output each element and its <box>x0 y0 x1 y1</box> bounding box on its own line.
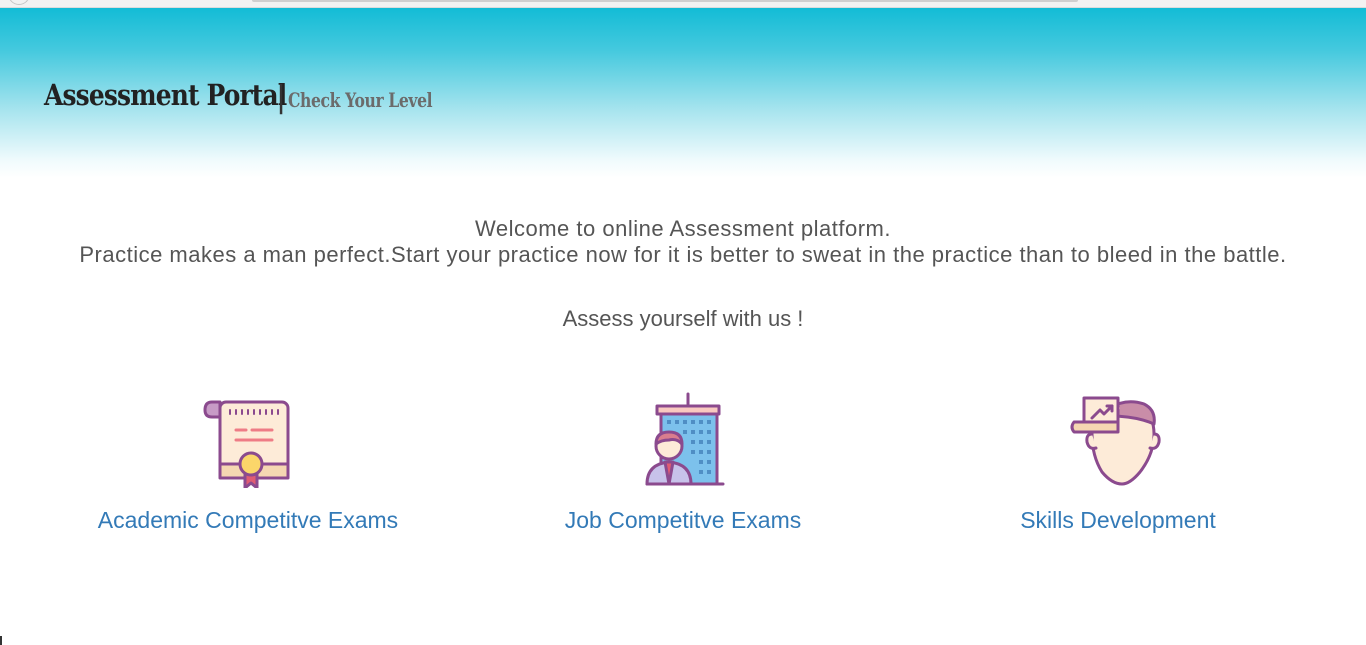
job-exams-link[interactable]: Job Competitve Exams <box>565 507 801 534</box>
brand: Assessment Portal | Check Your Level <box>44 78 433 115</box>
category-card-job[interactable]: Job Competitve Exams <box>473 390 893 534</box>
title-separator: | <box>276 80 287 115</box>
growth-mindset-icon[interactable] <box>1070 394 1166 488</box>
site-tagline: Check Your Level <box>288 88 433 112</box>
category-card-academic[interactable]: Academic Competitve Exams <box>38 390 458 534</box>
browser-button-icon[interactable] <box>8 0 30 5</box>
header-banner: Assessment Portal | Check Your Level <box>0 8 1366 178</box>
site-title[interactable]: Assessment Portal <box>44 78 287 112</box>
welcome-line: Welcome to online Assessment platform. <box>475 216 891 241</box>
category-card-skills[interactable]: Skills Development <box>908 390 1328 534</box>
office-worker-icon[interactable] <box>641 392 725 488</box>
practice-line: Practice makes a man perfect.Start your … <box>79 242 1287 267</box>
assess-line: Assess yourself with us ! <box>562 306 804 331</box>
browser-top-strip <box>0 0 1366 8</box>
page-edge-marker <box>0 636 2 645</box>
skills-development-link[interactable]: Skills Development <box>1020 507 1216 534</box>
intro-text: Welcome to online Assessment platform. P… <box>30 216 1336 268</box>
academic-exams-link[interactable]: Academic Competitve Exams <box>98 507 398 534</box>
certificate-icon[interactable] <box>202 394 294 488</box>
browser-address-bar[interactable] <box>252 0 1078 2</box>
